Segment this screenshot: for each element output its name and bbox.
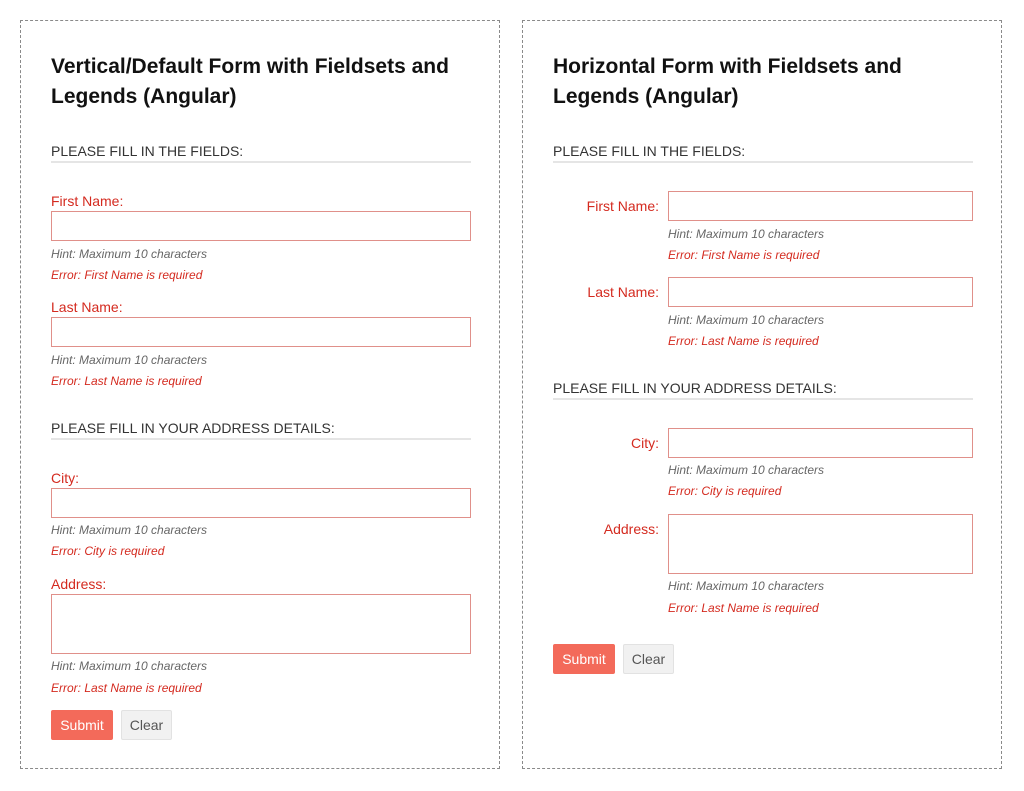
- last-name-input[interactable]: [51, 317, 471, 347]
- first-name-input[interactable]: [668, 191, 973, 221]
- submit-button[interactable]: Submit: [553, 644, 615, 674]
- fieldset-legend-personal: PLEASE FILL IN THE FIELDS:: [51, 143, 471, 163]
- first-name-hint: Hint: Maximum 10 characters: [668, 227, 825, 241]
- first-name-label: First Name:: [51, 193, 124, 209]
- last-name-input[interactable]: [668, 277, 973, 307]
- address-hint: Hint: Maximum 10 characters: [668, 579, 825, 593]
- city-input[interactable]: [668, 428, 973, 458]
- horizontal-form-panel: Horizontal Form with Fieldsets and Legen…: [522, 20, 1002, 769]
- first-name-hint: Hint: Maximum 10 characters: [51, 247, 208, 261]
- last-name-hint: Hint: Maximum 10 characters: [51, 353, 208, 367]
- city-hint: Hint: Maximum 10 characters: [51, 523, 208, 537]
- first-name-label: First Name:: [586, 198, 659, 214]
- clear-button[interactable]: Clear: [623, 644, 674, 674]
- address-error: Error: Last Name is required: [51, 681, 202, 695]
- address-label: Address:: [603, 521, 659, 537]
- last-name-hint: Hint: Maximum 10 characters: [668, 313, 825, 327]
- vertical-form-title: Vertical/Default Form with Fieldsets and…: [51, 55, 449, 108]
- last-name-error: Error: Last Name is required: [51, 374, 202, 388]
- city-error: Error: City is required: [51, 544, 165, 558]
- last-name-error: Error: Last Name is required: [668, 334, 819, 348]
- address-label: Address:: [51, 576, 107, 592]
- address-hint: Hint: Maximum 10 characters: [51, 659, 208, 673]
- city-label: City:: [51, 470, 79, 486]
- clear-button[interactable]: Clear: [121, 710, 172, 740]
- address-error: Error: Last Name is required: [668, 601, 819, 615]
- last-name-label: Last Name:: [51, 299, 123, 315]
- address-textarea[interactable]: [668, 514, 973, 574]
- submit-button[interactable]: Submit: [51, 710, 113, 740]
- city-error: Error: City is required: [668, 484, 782, 498]
- city-label: City:: [631, 435, 659, 451]
- first-name-input[interactable]: [51, 211, 471, 241]
- fieldset-legend-address: PLEASE FILL IN YOUR ADDRESS DETAILS:: [51, 420, 471, 440]
- vertical-form-panel: Vertical/Default Form with Fieldsets and…: [20, 20, 500, 769]
- city-input[interactable]: [51, 488, 471, 518]
- horizontal-form-title: Horizontal Form with Fieldsets and Legen…: [553, 55, 902, 108]
- city-hint: Hint: Maximum 10 characters: [668, 463, 825, 477]
- first-name-error: Error: First Name is required: [51, 268, 203, 282]
- first-name-error: Error: First Name is required: [668, 248, 820, 262]
- address-textarea[interactable]: [51, 594, 471, 654]
- fieldset-legend-address: PLEASE FILL IN YOUR ADDRESS DETAILS:: [553, 380, 973, 400]
- last-name-label: Last Name:: [587, 284, 659, 300]
- fieldset-legend-personal: PLEASE FILL IN THE FIELDS:: [553, 143, 973, 163]
